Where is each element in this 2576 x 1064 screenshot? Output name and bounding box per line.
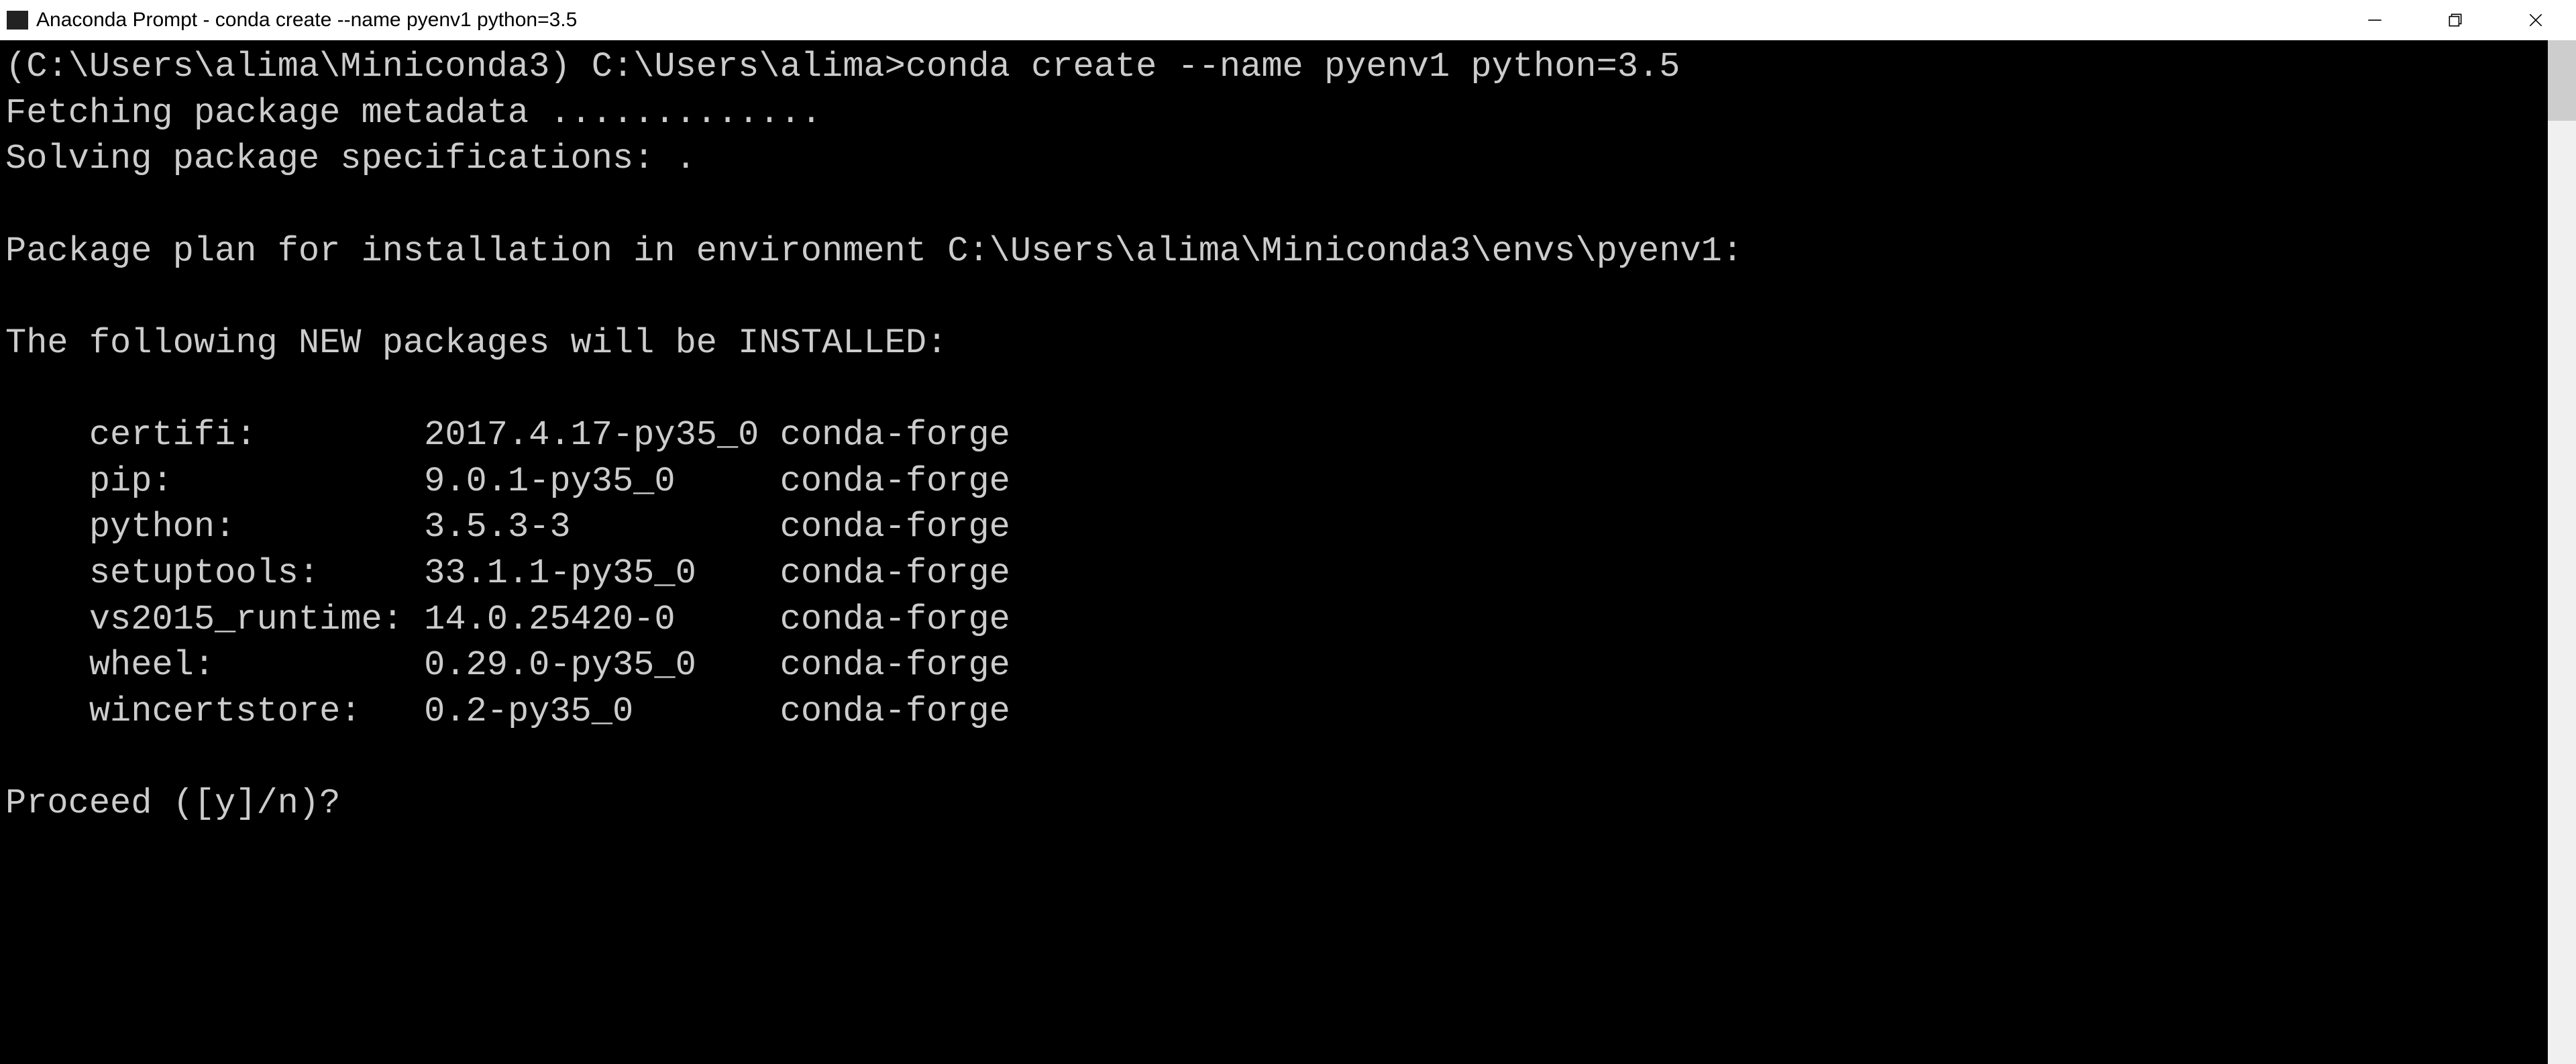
proceed-prompt: Proceed ([y]/n)? <box>5 784 340 823</box>
maximize-icon <box>2447 11 2464 29</box>
pkg-name: certifi: <box>89 415 257 455</box>
pkg-name: vs2015_runtime: <box>89 600 403 639</box>
pkg-version: 33.1.1-py35_0 <box>424 553 696 593</box>
terminal-area: (C:\Users\alima\Miniconda3) C:\Users\ali… <box>0 40 2576 1064</box>
pkg-channel: conda-forge <box>780 600 1010 639</box>
titlebar-controls <box>2334 0 2576 40</box>
plan-line: Package plan for installation in environ… <box>5 231 1743 271</box>
pkg-channel: conda-forge <box>780 692 1010 731</box>
pkg-version: 2017.4.17-py35_0 <box>424 415 759 455</box>
minimize-icon <box>2366 11 2383 29</box>
scrollbar[interactable] <box>2548 40 2576 1064</box>
prompt-env: (C:\Users\alima\Miniconda3) <box>5 47 571 87</box>
pkg-channel: conda-forge <box>780 553 1010 593</box>
installed-header: The following NEW packages will be INSTA… <box>5 323 947 363</box>
pkg-name: wheel: <box>89 645 215 685</box>
app-icon <box>7 11 28 30</box>
window-title: Anaconda Prompt - conda create --name py… <box>36 9 577 32</box>
titlebar[interactable]: Anaconda Prompt - conda create --name py… <box>0 0 2576 40</box>
titlebar-left: Anaconda Prompt - conda create --name py… <box>7 9 577 32</box>
pkg-version: 14.0.25420-0 <box>424 600 675 639</box>
maximize-button[interactable] <box>2415 0 2496 40</box>
pkg-version: 0.2-py35_0 <box>424 692 633 731</box>
fetching-line: Fetching package metadata ............. <box>5 93 822 133</box>
minimize-button[interactable] <box>2334 0 2415 40</box>
pkg-name: wincertstore: <box>89 692 362 731</box>
terminal[interactable]: (C:\Users\alima\Miniconda3) C:\Users\ali… <box>0 40 2548 1064</box>
pkg-name: python: <box>89 507 235 547</box>
pkg-channel: conda-forge <box>780 645 1010 685</box>
close-icon <box>2527 11 2544 29</box>
pkg-channel: conda-forge <box>780 462 1010 501</box>
command-text: conda create --name pyenv1 python=3.5 <box>906 47 1680 87</box>
pkg-name: pip: <box>89 462 173 501</box>
solving-line: Solving package specifications: . <box>5 139 696 178</box>
pkg-version: 9.0.1-py35_0 <box>424 462 675 501</box>
pkg-version: 0.29.0-py35_0 <box>424 645 696 685</box>
close-button[interactable] <box>2496 0 2576 40</box>
prompt-path: C:\Users\alima> <box>592 47 906 87</box>
pkg-version: 3.5.3-3 <box>424 507 570 547</box>
scrollbar-thumb[interactable] <box>2548 40 2576 121</box>
app-window: Anaconda Prompt - conda create --name py… <box>0 0 2576 1064</box>
pkg-channel: conda-forge <box>780 507 1010 547</box>
pkg-name: setuptools: <box>89 553 319 593</box>
pkg-channel: conda-forge <box>780 415 1010 455</box>
